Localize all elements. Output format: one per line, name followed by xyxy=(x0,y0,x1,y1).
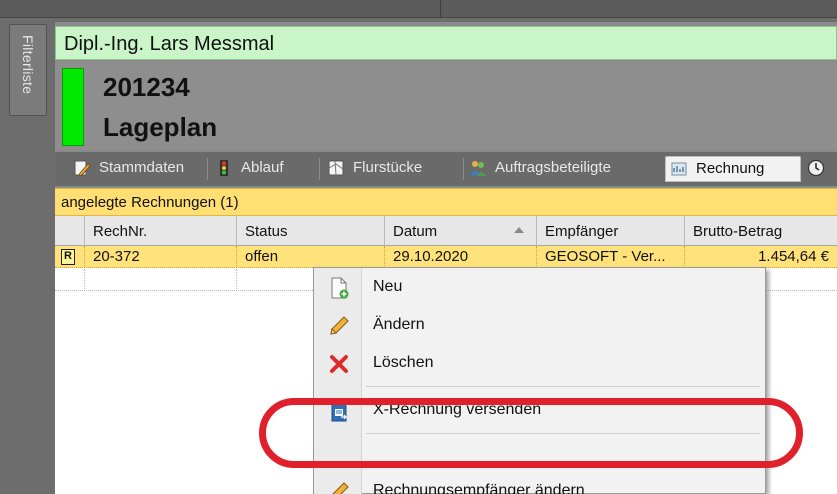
column-label: Empfänger xyxy=(545,223,619,240)
new-document-icon xyxy=(331,277,349,299)
invoice-row-icon: R xyxy=(61,249,75,265)
cell-text: 29.10.2020 xyxy=(393,248,469,265)
menu-item-aendern[interactable]: Ändern xyxy=(314,308,765,344)
tab-auftragsbeteiligte[interactable]: Auftragsbeteiligte xyxy=(469,156,655,182)
cell-empfaenger[interactable]: GEOSOFT - Ver... xyxy=(537,246,685,268)
red-highlight-annotation xyxy=(259,398,803,468)
tab-rechnung[interactable]: Rechnung xyxy=(665,156,801,182)
sort-ascending-icon xyxy=(514,227,524,233)
row-icon-cell: R xyxy=(55,246,85,268)
cell-text: 1.454,64 € xyxy=(758,248,829,265)
column-header-datum[interactable]: Datum xyxy=(385,216,537,246)
cell-text: 20-372 xyxy=(93,248,140,265)
table-row[interactable]: R 20-372 offen 29.10.2020 GEOSOFT - Ver.… xyxy=(55,246,837,268)
tab-bar: Stammdaten Ablauf Flurstücke Auftragsbet… xyxy=(55,152,837,186)
menu-item-neu[interactable]: Neu xyxy=(314,270,765,306)
pencil-doc-icon xyxy=(74,160,91,177)
project-number: 201234 xyxy=(103,72,190,102)
invoices-section-bar: angelegte Rechnungen (1) xyxy=(55,188,837,216)
column-header-empfaenger[interactable]: Empfänger xyxy=(537,216,685,246)
invoice-icon xyxy=(671,162,687,176)
menu-item-label: Ändern xyxy=(373,316,425,333)
menu-item-loeschen[interactable]: Löschen xyxy=(314,346,765,382)
tab-label: Auftragsbeteiligte xyxy=(495,159,611,176)
delete-x-icon xyxy=(330,355,348,373)
column-header-rechnr[interactable]: RechNr. xyxy=(85,216,237,246)
tab-clock[interactable] xyxy=(807,156,831,182)
customer-name: Dipl.-Ing. Lars Messmal xyxy=(64,33,275,55)
menu-item-label: Rechnungsempfänger ändern xyxy=(373,482,585,494)
menu-separator xyxy=(366,386,760,387)
menu-item-label: Neu xyxy=(373,278,403,295)
people-icon xyxy=(470,161,486,176)
top-divider xyxy=(440,0,441,18)
customer-name-bar: Dipl.-Ing. Lars Messmal xyxy=(55,26,837,60)
clock-icon xyxy=(807,159,825,177)
filterliste-side-tab[interactable]: Filterliste xyxy=(9,24,47,116)
tab-label: Stammdaten xyxy=(99,159,185,176)
empty-cell xyxy=(85,269,237,291)
column-label: RechNr. xyxy=(93,223,148,240)
tab-ablauf[interactable]: Ablauf xyxy=(215,156,311,182)
grid-header: RechNr. Status Datum Empfänger Brutto-Be… xyxy=(55,216,837,246)
tab-divider xyxy=(463,158,464,180)
tab-stammdaten[interactable]: Stammdaten xyxy=(73,156,199,182)
tab-label: Ablauf xyxy=(241,159,284,176)
cell-rechnr[interactable]: 20-372 xyxy=(85,246,237,268)
traffic-light-icon xyxy=(220,160,228,176)
cell-status[interactable]: offen xyxy=(237,246,385,268)
column-label: Datum xyxy=(393,223,438,240)
side-tab-label: Filterliste xyxy=(20,35,36,95)
tab-label: Flurstücke xyxy=(353,159,423,176)
project-name: Lageplan xyxy=(103,112,218,142)
column-header-status[interactable]: Status xyxy=(237,216,385,246)
section-title: angelegte Rechnungen (1) xyxy=(61,194,239,211)
menu-item-rechnungsempfaenger-aendern[interactable]: Rechnungsempfänger ändern xyxy=(314,474,765,494)
cell-text: GEOSOFT - Ver... xyxy=(545,248,666,265)
tab-divider xyxy=(207,158,208,180)
empty-cell xyxy=(55,269,85,291)
pencil-icon xyxy=(331,482,349,494)
cell-betrag[interactable]: 1.454,64 € xyxy=(685,246,837,268)
map-parcel-icon xyxy=(328,160,344,176)
tab-flurstuecke[interactable]: Flurstücke xyxy=(327,156,455,182)
tab-label: Rechnung xyxy=(696,160,765,177)
cell-text: offen xyxy=(245,248,279,265)
column-label: Brutto-Betrag xyxy=(693,223,783,240)
cell-datum[interactable]: 29.10.2020 xyxy=(385,246,537,268)
pencil-icon xyxy=(330,316,349,335)
top-strip xyxy=(0,0,837,18)
column-header-betrag[interactable]: Brutto-Betrag xyxy=(685,216,837,246)
column-header-icon xyxy=(55,216,85,246)
tab-divider xyxy=(319,158,320,180)
project-header: 201234 Lageplan xyxy=(55,62,837,150)
column-label: Status xyxy=(245,223,288,240)
menu-item-label: Löschen xyxy=(373,354,434,371)
project-status-indicator xyxy=(62,68,84,146)
